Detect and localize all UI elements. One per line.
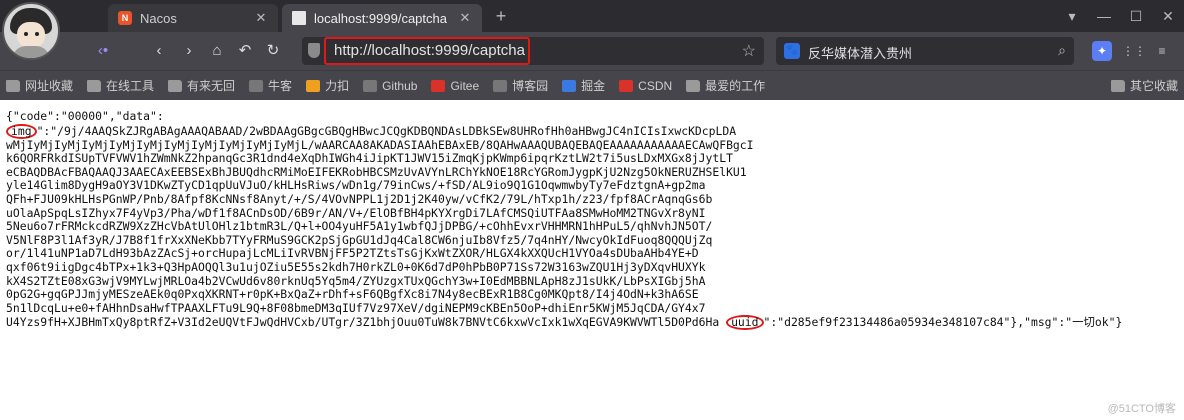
uuid-key-annotation: uuid bbox=[726, 315, 764, 331]
sidebar-toggle-icon[interactable]: ‹• bbox=[92, 41, 114, 61]
cnblogs-icon bbox=[493, 79, 508, 92]
navigation-bar: ‹• ‹ › ⌂ ↶ ↻ http://localhost:9999/captc… bbox=[0, 32, 1184, 70]
bookmark-item[interactable]: 最爱的工作 bbox=[686, 77, 765, 94]
github-icon bbox=[363, 79, 378, 92]
bookmark-item[interactable]: 有来无回 bbox=[168, 77, 235, 94]
document-icon bbox=[292, 11, 306, 25]
tab-strip: N Nacos ✕ localhost:9999/captcha ✕ + ▾ —… bbox=[0, 0, 1184, 32]
tab-list-icon[interactable]: ▾ bbox=[1060, 6, 1084, 26]
uuid-key: uuid bbox=[731, 315, 759, 330]
json-prefix: {"code":"00000","data": bbox=[6, 109, 164, 123]
img-line: 5n1lDcqLu+e0+fAHhnDsaHwfTPAAXLFTu9L9Q+8F… bbox=[6, 300, 706, 315]
baidu-paw-icon: 🐾 bbox=[784, 43, 800, 59]
close-icon[interactable]: ✕ bbox=[458, 10, 472, 26]
minimize-icon[interactable]: — bbox=[1092, 6, 1116, 26]
extension-icon[interactable]: ✦ bbox=[1092, 41, 1112, 61]
watermark: @51CTO博客 bbox=[1107, 403, 1176, 415]
new-tab-button[interactable]: + bbox=[490, 6, 512, 28]
home-icon[interactable]: ⌂ bbox=[206, 41, 228, 61]
bookmark-item[interactable]: 网址收藏 bbox=[6, 77, 73, 94]
bookmark-item[interactable]: 博客园 bbox=[493, 77, 548, 94]
img-line: kX4S2TZtE08xG3wjV9MYLwjMRLOa4b2VCwUd6v80… bbox=[6, 273, 706, 288]
tab-nacos[interactable]: N Nacos ✕ bbox=[108, 4, 278, 32]
menu-icon[interactable]: ≡ bbox=[1152, 41, 1172, 61]
img-line: 0pG2G+gqGPJJmjyMESzeAEk0q0PxqXKRNT+r0pK+… bbox=[6, 287, 699, 302]
img-line: QFh+FJU09kHLHsPGnWP/Pnb/8Afpf8KcNNsf8Any… bbox=[6, 191, 713, 206]
search-icon[interactable]: ⌕ bbox=[1058, 42, 1066, 59]
reload-icon[interactable]: ↻ bbox=[262, 41, 284, 61]
tab-title: Nacos bbox=[140, 10, 177, 26]
img-line: uOlaApSpqLsIZhyx7F4yVp3/Pha/wDf1f8ACnDsO… bbox=[6, 205, 706, 220]
img-line: k6QORFRkdISUpTVFVWV1hZWmNkZ2hpanqGc3R1dn… bbox=[6, 151, 733, 166]
img-line: wMjIyMjIyMjIyMjIyMjIyMjIyMjIyMjIyMjIyMjI… bbox=[6, 137, 754, 152]
maximize-icon[interactable]: ☐ bbox=[1124, 6, 1148, 26]
bookmark-item[interactable]: Gitee bbox=[431, 79, 479, 93]
folder-icon bbox=[1110, 79, 1125, 92]
window-close-icon[interactable]: ✕ bbox=[1156, 6, 1180, 26]
history-icon[interactable]: ↶ bbox=[234, 41, 256, 61]
extensions-menu-icon[interactable]: ⋮⋮ bbox=[1122, 41, 1146, 61]
bookmark-item[interactable]: 牛客 bbox=[249, 77, 292, 94]
bookmark-item[interactable]: 力扣 bbox=[306, 77, 349, 94]
tab-title: localhost:9999/captcha bbox=[314, 10, 447, 26]
img-key: img bbox=[11, 123, 32, 138]
folder-icon bbox=[168, 79, 183, 92]
bookmarks-bar: 网址收藏 在线工具 有来无回 牛客 力扣 Github Gitee 博客园 掘金… bbox=[0, 70, 1184, 100]
address-bar[interactable]: http://localhost:9999/captcha ☆ bbox=[302, 37, 764, 65]
img-line: 5Neu6o7rFRMckcdRZW9XzZHcVbAtUlOHlz1btmR3… bbox=[6, 219, 713, 234]
nowcoder-icon bbox=[249, 79, 264, 92]
back-icon[interactable]: ‹ bbox=[148, 41, 170, 61]
shield-icon[interactable] bbox=[308, 43, 320, 58]
bookmark-item[interactable]: CSDN bbox=[619, 79, 672, 93]
juejin-icon bbox=[562, 79, 577, 92]
img-line: eCBAQDBAcFBAQAAQJ3AAECAxEEBSExBhJBUQdhcR… bbox=[6, 164, 747, 179]
tab-captcha[interactable]: localhost:9999/captcha ✕ bbox=[282, 4, 482, 32]
forward-icon[interactable]: › bbox=[178, 41, 200, 61]
img-key-annotation: img bbox=[6, 123, 37, 139]
avatar[interactable] bbox=[2, 2, 60, 60]
folder-icon bbox=[6, 79, 20, 92]
img-line: V5NlF8P3l1Af3yR/J7B8f1frXxXNeKbb7TYyFRMu… bbox=[6, 232, 713, 247]
close-icon[interactable]: ✕ bbox=[254, 10, 268, 26]
star-icon[interactable]: ☆ bbox=[742, 41, 756, 61]
nacos-logo-icon: N bbox=[118, 11, 132, 25]
folder-icon bbox=[87, 79, 102, 92]
gitee-icon bbox=[431, 79, 446, 92]
page-content: {"code":"00000","data": img ":"/9j/4AAQSk… bbox=[0, 100, 1184, 420]
bookmark-item[interactable]: 在线工具 bbox=[87, 77, 154, 94]
img-line: qxf06t9iigDgc4bTPx+1k3+Q3HpAOQQl3u1ujOZi… bbox=[6, 259, 706, 274]
img-line: ":"/9j/4AAQSkZJRgABAgAAAQABAAD/2wBDAAgGB… bbox=[36, 123, 737, 138]
folder-icon bbox=[686, 79, 701, 92]
search-box[interactable]: 🐾 反华媒体潜入贵州 ⌕ bbox=[776, 37, 1074, 65]
csdn-icon bbox=[619, 79, 634, 92]
bookmark-item[interactable]: 掘金 bbox=[562, 77, 605, 94]
json-tail: ":"d285ef9f23134486a05934e348107c84"},"m… bbox=[763, 315, 1123, 330]
leetcode-icon bbox=[306, 79, 321, 92]
json-response: {"code":"00000","data": img ":"/9j/4AAQSk… bbox=[6, 109, 1178, 331]
url-text[interactable]: http://localhost:9999/captcha bbox=[334, 42, 525, 59]
img-line: or/1l41uNP1aD7LdH93bAzZAcSj+orcHupajLcML… bbox=[6, 246, 699, 261]
search-text[interactable]: 反华媒体潜入贵州 bbox=[808, 43, 912, 62]
img-line: yle14Glim8DygH9aOY3V1DKwZTyCD1qpUuVJuO/k… bbox=[6, 178, 706, 193]
bookmark-item[interactable]: 其它收藏 bbox=[1110, 77, 1178, 94]
bookmark-item[interactable]: Github bbox=[363, 79, 417, 93]
img-line: U4Yzs9fH+XJBHmTxQy8ptRfZ+V3Id2eUQVtFJwQd… bbox=[6, 315, 720, 330]
